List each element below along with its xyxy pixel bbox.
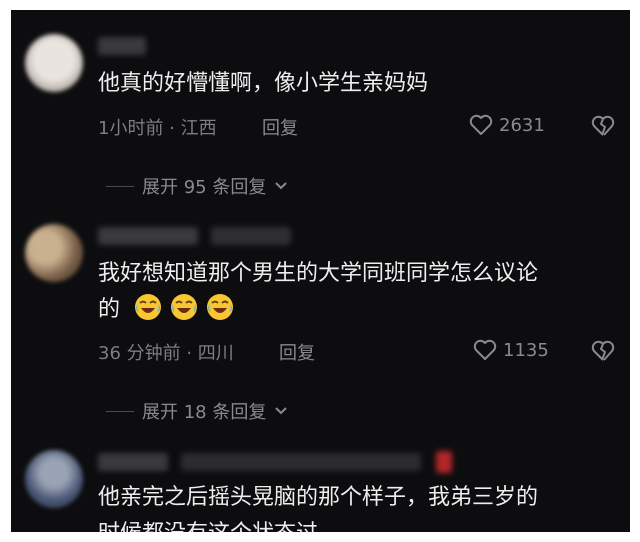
comment-text-line: 时候都没有这个状态过: [98, 516, 538, 532]
comment-text: 他亲完之后摇头晃脑的那个样子，我弟三岁的 时候都没有这个状态过: [98, 480, 538, 532]
dislike-button[interactable]: [591, 340, 615, 366]
comment-text-line-with-emoji: 的: [98, 292, 538, 328]
divider: [106, 410, 134, 412]
comment-text-line: 我好想知道那个男生的大学同班同学怎么议论: [98, 261, 539, 286]
divider: [106, 185, 134, 187]
expand-replies-label: 展开 18 条回复: [142, 402, 267, 423]
comment-text: 我好想知道那个男生的大学同班同学怎么议论 的: [98, 256, 538, 328]
laugh-cry-emoji-icon: [135, 294, 162, 320]
dislike-button[interactable]: [591, 115, 615, 141]
expand-replies-button[interactable]: 展开 95 条回复: [106, 173, 288, 199]
username-blurred-extra: [211, 227, 291, 245]
username-blurred[interactable]: [98, 453, 168, 471]
heart-outline-icon: [473, 339, 497, 360]
username-blurred[interactable]: [98, 37, 146, 55]
expand-replies-label: 展开 95 条回复: [142, 177, 267, 198]
reply-button[interactable]: 回复: [262, 114, 298, 140]
like-button[interactable]: 2631: [469, 114, 545, 136]
chevron-down-icon: [275, 182, 288, 190]
comment-list: 他真的好懵懂啊，像小学生亲妈妈 1小时前 · 江西 回复 2631 展开 95 …: [11, 10, 630, 532]
avatar[interactable]: [25, 224, 83, 282]
username-blurred[interactable]: [98, 227, 198, 245]
expand-replies-button[interactable]: 展开 18 条回复: [106, 398, 288, 424]
comment-text-line: 的: [98, 297, 121, 322]
broken-heart-icon: [591, 115, 615, 136]
username-blurred-accent: [436, 451, 452, 473]
comment-text-line: 他真的好懵懂啊，像小学生亲妈妈: [98, 71, 429, 96]
broken-heart-icon: [591, 340, 615, 361]
comment-text: 他真的好懵懂啊，像小学生亲妈妈: [98, 66, 428, 102]
avatar[interactable]: [25, 450, 83, 508]
comment-text-line: 他亲完之后摇头晃脑的那个样子，我弟三岁的: [98, 485, 539, 510]
avatar[interactable]: [25, 34, 83, 92]
reply-button[interactable]: 回复: [279, 339, 315, 365]
username-blurred-extra: [181, 453, 421, 471]
chevron-down-icon: [275, 407, 288, 415]
laugh-cry-emoji-icon: [207, 294, 234, 320]
like-count: 2631: [499, 114, 545, 136]
like-count: 1135: [503, 339, 549, 361]
heart-outline-icon: [469, 114, 493, 135]
like-button[interactable]: 1135: [473, 339, 549, 361]
laugh-cry-emoji-icon: [171, 294, 198, 320]
comment-time-location: 1小时前 · 江西: [98, 118, 217, 139]
comment-time-location: 36 分钟前 · 四川: [98, 343, 234, 364]
